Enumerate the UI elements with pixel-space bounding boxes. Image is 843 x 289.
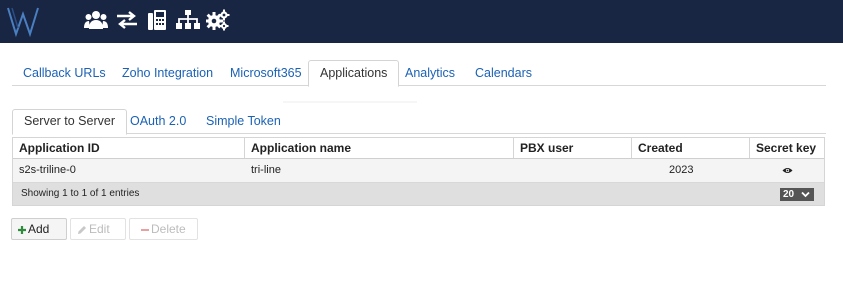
top-nav-bar [0,0,843,43]
tab-analytics[interactable]: Analytics [405,61,455,85]
page-size-value: 20 [783,189,795,200]
edit-label: Edit [89,222,110,236]
tab-oauth-2[interactable]: OAuth 2.0 [130,110,186,133]
column-pbx-user[interactable]: PBX user [514,138,632,158]
transfer-icon[interactable] [115,9,139,31]
pencil-icon [78,225,86,234]
add-button[interactable]: Add [11,218,67,240]
tab-simple-token[interactable]: Simple Token [206,110,281,133]
logo-w-icon[interactable] [6,4,46,38]
column-application-name[interactable]: Application name [245,138,514,158]
fax-icon[interactable] [146,9,170,31]
divider [283,101,417,103]
plus-icon [18,225,26,234]
minus-icon [141,228,149,231]
column-application-id[interactable]: Application ID [13,138,245,158]
eye-icon[interactable] [782,167,793,174]
settings-icon[interactable] [206,9,230,31]
table-footer: Showing 1 to 1 of 1 entries 20 [13,183,824,205]
column-created[interactable]: Created [632,138,750,158]
table-header: Application ID Application name PBX user… [13,138,824,159]
add-label: Add [28,222,50,236]
cell-application-id: s2s-triline-0 [19,164,76,176]
tab-server-to-server[interactable]: Server to Server [12,109,128,135]
main-tabs: Callback URLs Zoho Integration Microsoft… [12,60,826,87]
cell-application-name: tri-line [251,164,281,176]
chevron-down-icon [801,191,810,198]
entries-info: Showing 1 to 1 of 1 entries [21,188,140,199]
cell-secret-key [750,159,824,182]
edit-button[interactable]: Edit [70,218,126,240]
tab-zoho-integration[interactable]: Zoho Integration [122,61,213,85]
cell-created: 2023 [669,164,694,176]
tab-applications[interactable]: Applications [308,60,400,87]
cell-pbx-user [514,159,632,182]
column-secret-key[interactable]: Secret key [750,138,824,158]
page-size-select[interactable]: 20 [780,188,814,201]
tab-callback-urls[interactable]: Callback URLs [23,61,106,85]
tab-calendars[interactable]: Calendars [475,61,532,85]
tab-microsoft365[interactable]: Microsoft365 [230,61,302,85]
delete-label: Delete [151,222,186,236]
applications-table: Application ID Application name PBX user… [12,137,825,206]
delete-button[interactable]: Delete [129,218,198,240]
sitemap-icon[interactable] [176,9,200,31]
users-icon[interactable] [84,9,108,31]
table-row[interactable]: s2s-triline-0 tri-line 2023 [13,159,824,183]
sub-tabs: Server to Server OAuth 2.0 Simple Token [12,109,826,135]
